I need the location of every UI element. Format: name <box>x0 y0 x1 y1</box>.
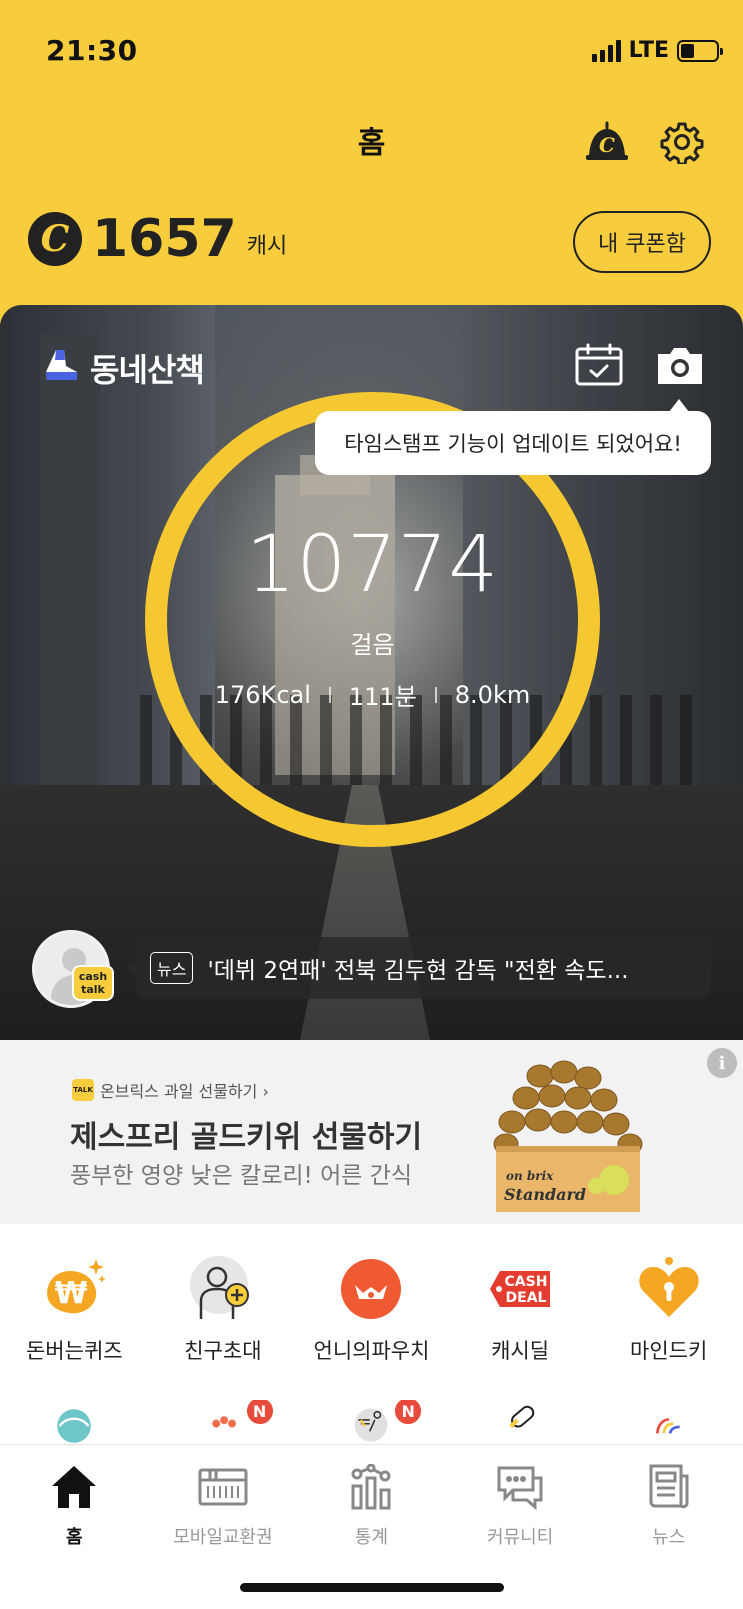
menu-label: 언니의파우치 <box>313 1339 430 1363</box>
menu-item-row2-5[interactable] <box>594 1400 743 1444</box>
home-indicator[interactable] <box>240 1583 504 1592</box>
mindkey-icon <box>635 1255 703 1323</box>
menu-item-row2-2[interactable]: N <box>149 1400 298 1444</box>
menu-item-mindkey[interactable]: 마인드키 <box>594 1255 743 1365</box>
ad-info-icon[interactable]: i <box>707 1048 737 1078</box>
cash-amount: 1657 <box>92 209 237 269</box>
news-headline: '데뷔 2연패' 전북 김두현 감독 "전환 속도... <box>207 958 629 984</box>
timestamp-update-tooltip[interactable]: 타임스탬프 기능이 업데이트 되었어요! <box>315 399 711 475</box>
camera-icon <box>658 348 702 384</box>
menu-item-row2-3[interactable]: N <box>297 1400 446 1444</box>
status-indicators: LTE <box>591 38 723 63</box>
cash-unit: 캐시 <box>246 234 288 259</box>
menu-label: 마인드키 <box>630 1339 708 1363</box>
signal-icon <box>591 39 621 62</box>
cash-deal-icon: CASH DEAL <box>486 1255 554 1323</box>
svg-text:CASH: CASH <box>505 1274 548 1290</box>
cash-bell-button[interactable]: C <box>584 120 630 164</box>
stats-icon <box>345 1461 397 1513</box>
menu-label: 돈버는퀴즈 <box>25 1339 123 1363</box>
pouch-icon <box>337 1255 405 1323</box>
stats-divider <box>434 686 437 703</box>
paw-icon <box>212 1416 236 1428</box>
ad-title: 제스프리 골드키위 선물하기 <box>70 1120 423 1155</box>
walk-hero-card[interactable]: 동네산책 타임스탬프 기능이 업데이트 되었어요! 10774 걸음 176Kc… <box>0 305 743 1040</box>
won-sparkle-icon: ₩ <box>40 1255 108 1323</box>
page-title: 홈 <box>357 126 386 161</box>
cash-balance[interactable]: C 1657 캐시 <box>28 212 287 266</box>
kakaotalk-icon: TALK <box>72 1079 94 1101</box>
network-label: LTE <box>628 38 669 63</box>
tab-label: 모바일교환권 <box>173 1527 273 1548</box>
svg-text:C: C <box>599 133 615 157</box>
duration-value: 111분 <box>348 683 417 711</box>
stats-divider <box>328 686 331 703</box>
ad-source-link[interactable]: TALK 온브릭스 과일 선물하기 › <box>72 1078 269 1102</box>
cashtalk-badge: cash talk <box>72 965 114 1001</box>
tab-label: 커뮤니티 <box>486 1527 554 1548</box>
menu-label: 캐시딜 <box>491 1339 550 1363</box>
step-count: 10774 <box>245 520 500 610</box>
step-unit: 걸음 <box>350 631 395 659</box>
my-coupon-button[interactable]: 내 쿠폰함 <box>573 211 711 273</box>
new-badge: N <box>393 1400 424 1426</box>
background-building-left-column <box>40 335 100 805</box>
tab-label: 통계 <box>354 1527 389 1548</box>
tab-label: 뉴스 <box>652 1527 686 1548</box>
cash-bell-icon: C <box>586 121 628 160</box>
menu-grid-row: ₩ 돈버는퀴즈 친구초대 언니의파우치 CASH DEAL 캐시딜 마인드키 <box>0 1255 743 1365</box>
tab-news[interactable]: 뉴스 <box>594 1445 743 1609</box>
walk-stats: 176Kcal 111분 8.0km <box>200 677 545 712</box>
ad-source-label: 온브릭스 과일 선물하기 › <box>100 1082 269 1101</box>
menu-item-quiz[interactable]: ₩ 돈버는퀴즈 <box>0 1255 149 1365</box>
walk-brand: 동네산책 <box>44 345 205 391</box>
community-icon <box>494 1461 546 1513</box>
menu-grid-row-partial: N N <box>0 1400 743 1444</box>
voucher-icon <box>197 1461 249 1513</box>
svg-text:DEAL: DEAL <box>506 1290 547 1306</box>
camera-button[interactable] <box>654 343 706 387</box>
menu-item-row2-1[interactable] <box>0 1400 149 1444</box>
tab-label: 홈 <box>66 1527 83 1548</box>
news-ticker[interactable]: 뉴스 '데뷔 2연패' 전북 김두현 감독 "전환 속도... <box>124 937 711 999</box>
ad-subtitle: 풍부한 영양 낮은 칼로리! 어른 간식 <box>70 1163 413 1189</box>
rainbow-icon <box>655 1418 680 1434</box>
svg-text:Standard: Standard <box>504 1185 586 1204</box>
battery-icon <box>677 39 723 62</box>
new-badge: N <box>244 1400 275 1426</box>
ad-banner[interactable]: TALK 온브릭스 과일 선물하기 › 제스프리 골드키위 선물하기 풍부한 영… <box>0 1040 743 1224</box>
news-tag: 뉴스 <box>150 952 194 984</box>
cash-coin-icon: C <box>28 212 82 266</box>
menu-item-row2-4[interactable] <box>446 1400 595 1444</box>
invite-friend-icon <box>189 1255 257 1323</box>
home-icon <box>48 1461 100 1513</box>
globe-icon <box>57 1409 92 1443</box>
gear-icon <box>660 122 704 166</box>
app-header: 21:30 LTE 홈 C C 1657 캐시 내 쿠폰함 <box>0 0 743 330</box>
status-time: 21:30 <box>46 34 138 67</box>
svg-text:₩: ₩ <box>55 1276 88 1311</box>
calendar-button[interactable] <box>574 343 624 387</box>
calories-value: 176Kcal <box>214 680 311 709</box>
svg-text:on brix: on brix <box>506 1169 554 1183</box>
calendar-check-icon <box>575 343 623 386</box>
tab-home[interactable]: 홈 <box>0 1445 149 1609</box>
distance-value: 8.0km <box>454 680 531 709</box>
settings-button[interactable] <box>660 120 704 166</box>
kiwi-box-image: on brix Standard <box>493 1060 643 1212</box>
menu-item-pouch[interactable]: 언니의파우치 <box>297 1255 446 1365</box>
menu-item-invite[interactable]: 친구초대 <box>149 1255 298 1365</box>
pill-icon <box>509 1405 535 1429</box>
menu-label: 친구초대 <box>184 1339 262 1363</box>
menu-item-cashdeal[interactable]: CASH DEAL 캐시딜 <box>446 1255 595 1365</box>
walk-brand-name: 동네산책 <box>90 351 205 389</box>
news-icon <box>643 1461 695 1513</box>
sneaker-icon <box>46 350 77 380</box>
